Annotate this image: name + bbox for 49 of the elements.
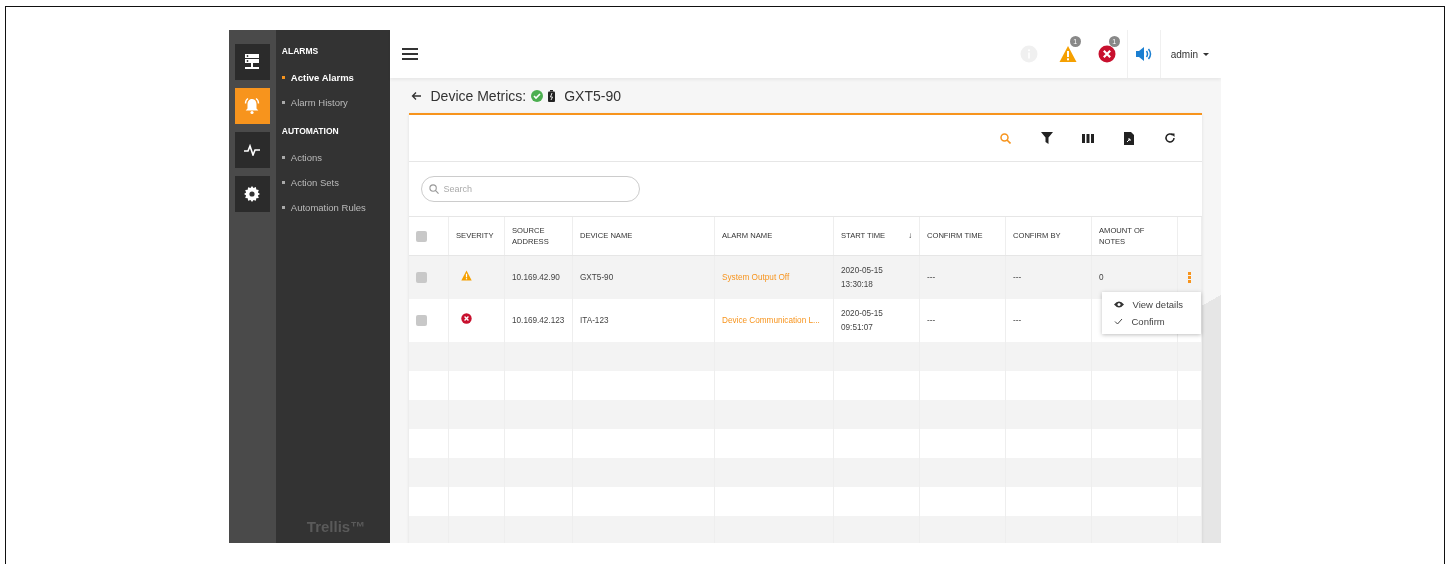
select-all-checkbox[interactable] (415, 230, 427, 242)
row-checkbox[interactable] (415, 272, 427, 283)
menu-item[interactable]: Confirm (1101, 313, 1201, 330)
page-title: Device Metrics: (430, 88, 527, 104)
nav-heading: ALARMS (281, 46, 319, 56)
table-cell: --- (927, 315, 936, 325)
filter-icon[interactable] (1040, 132, 1053, 144)
table-cell: 10.169.42.123 (512, 315, 565, 325)
settings-icon (244, 186, 261, 202)
table-cell: --- (1013, 315, 1022, 325)
warning-icon[interactable] (1059, 45, 1078, 63)
rail-button[interactable] (234, 176, 270, 212)
rail-button[interactable] (234, 88, 270, 124)
rail-button[interactable] (234, 132, 270, 168)
battery-icon (548, 90, 556, 102)
server-icon (244, 53, 261, 71)
nav-item[interactable]: Active Alarms (281, 72, 354, 83)
speaker-icon[interactable] (1135, 47, 1152, 61)
pulse-icon (244, 144, 261, 156)
table-cell: ITA-123 (580, 315, 609, 325)
table-cell: --- (927, 272, 936, 282)
refresh-icon[interactable] (1163, 132, 1176, 144)
columns-icon[interactable] (1081, 133, 1094, 143)
user-menu[interactable]: admin (1160, 48, 1221, 60)
nav-item[interactable]: Alarm History (281, 97, 348, 108)
menu-item[interactable]: View details (1101, 296, 1201, 313)
table-cell: 0 (1099, 272, 1104, 282)
device-name: GXT5-90 (564, 88, 621, 104)
nav-item[interactable]: Actions (281, 152, 322, 163)
menu-icon[interactable] (401, 48, 418, 60)
check-circle-icon (531, 90, 544, 102)
bell-icon (243, 97, 262, 115)
sort-arrow[interactable]: ↓ (908, 230, 912, 242)
back-arrow-icon[interactable] (410, 91, 422, 101)
search-field[interactable]: Search (420, 176, 640, 202)
table-cell: GXT5-90 (580, 272, 614, 282)
nav-heading: AUTOMATION (281, 126, 339, 136)
file-icon[interactable] (1123, 131, 1134, 145)
table-cell: 10.169.42.90 (512, 272, 560, 282)
row-checkbox[interactable] (415, 315, 427, 326)
nav-item[interactable]: Automation Rules (281, 202, 366, 213)
error-icon[interactable] (1098, 45, 1117, 63)
table-cell: 2020-05-15 13:30:18 (841, 265, 883, 289)
rail-button[interactable] (234, 44, 270, 80)
check-icon (1113, 318, 1123, 325)
nav-item[interactable]: Action Sets (281, 177, 339, 188)
table-cell: --- (1013, 272, 1022, 282)
eye-icon (1113, 301, 1124, 308)
table-cell: 2020-05-15 09:51:07 (841, 308, 883, 332)
